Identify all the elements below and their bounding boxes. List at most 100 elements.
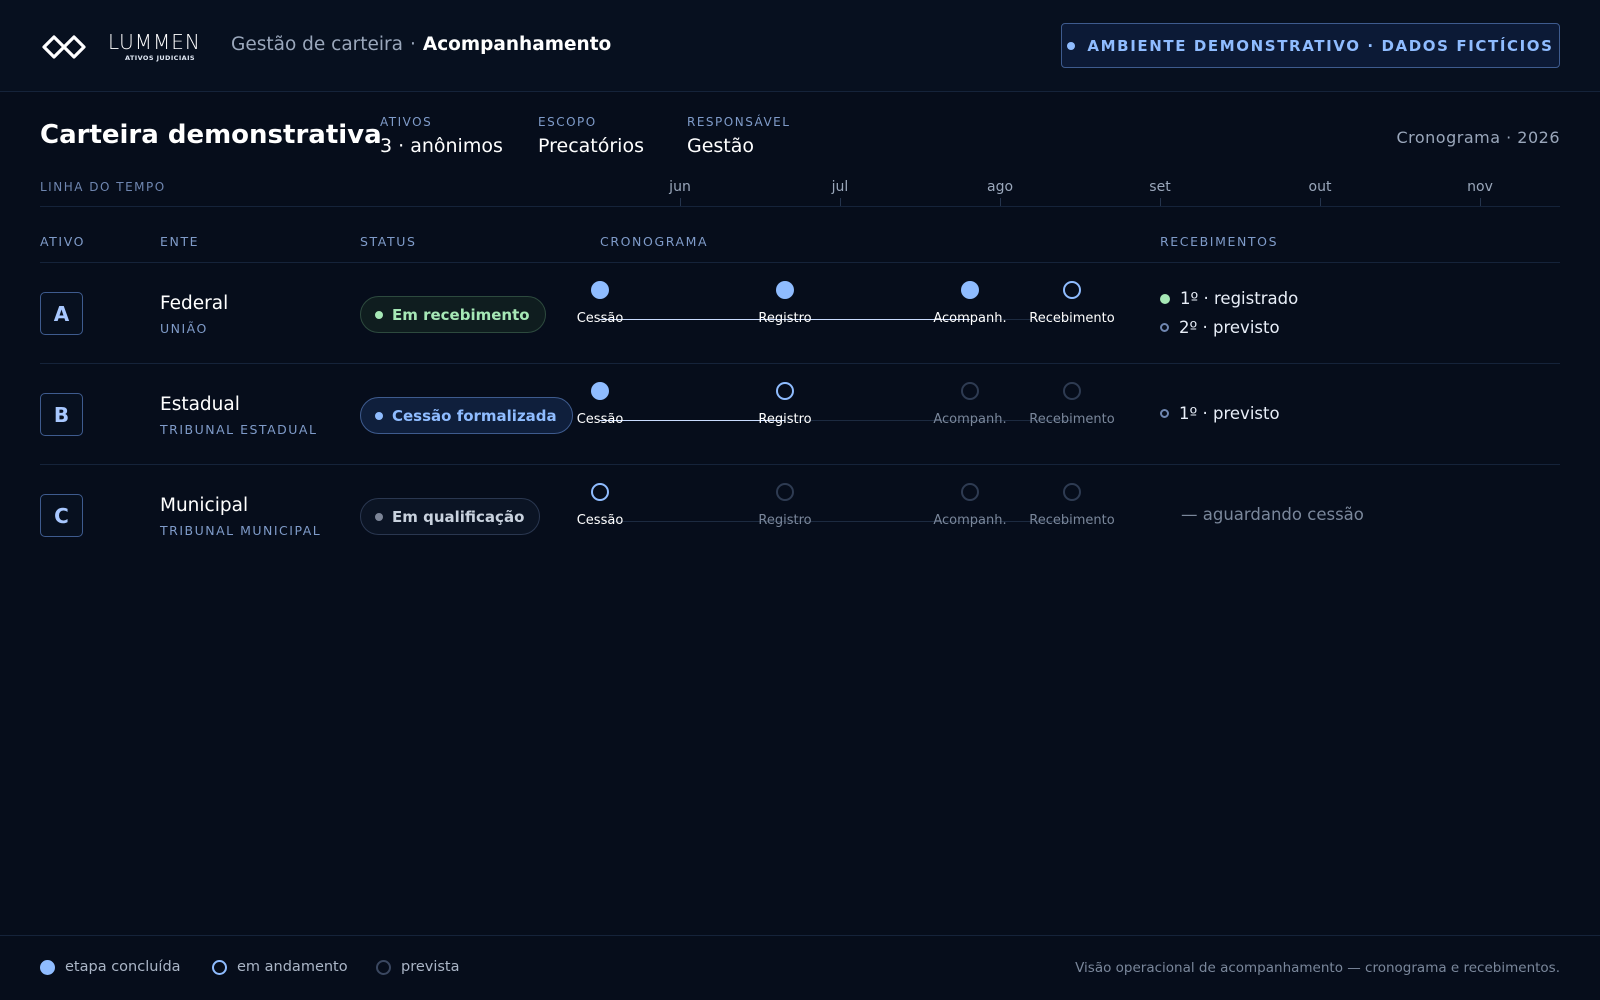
demo-environment-badge: AMBIENTE DEMONSTRATIVO · DADOS FICTÍCIOS bbox=[1061, 23, 1560, 68]
stage-progress-icon[interactable] bbox=[776, 382, 794, 400]
receipt-item: 2º · previsto bbox=[1160, 318, 1280, 337]
status-badge: Em recebimento bbox=[360, 296, 546, 333]
meta-value: Gestão bbox=[687, 135, 755, 157]
meta-responsavel: RESPONSÁVEL Gestão bbox=[687, 115, 790, 157]
meta-value: Precatórios bbox=[538, 135, 644, 157]
receipt-registered-icon bbox=[1160, 293, 1170, 304]
column-header-status: STATUS bbox=[360, 234, 417, 249]
status-dot-icon bbox=[375, 411, 383, 420]
receipt-empty-note: — aguardando cessão bbox=[1181, 505, 1364, 524]
legend-label: em andamento bbox=[237, 959, 348, 975]
stage-label: Recebimento bbox=[1029, 412, 1115, 427]
status-badge: Cessão formalizada bbox=[360, 397, 573, 434]
receipt-item: 1º · previsto bbox=[1160, 404, 1280, 423]
meta-key: ESCOPO bbox=[538, 115, 597, 129]
month-label: jul bbox=[831, 179, 849, 195]
legend-planned: prevista bbox=[376, 959, 460, 975]
stage-planned-icon[interactable] bbox=[1063, 382, 1081, 400]
stage-label: Recebimento bbox=[1029, 311, 1115, 326]
column-header-cronograma: CRONOGRAMA bbox=[600, 234, 709, 249]
receipt-planned-icon bbox=[1160, 323, 1169, 332]
timeline-label: LINHA DO TEMPO bbox=[40, 180, 166, 194]
schedule-track-progress bbox=[600, 420, 785, 421]
column-header-recebimentos: RECEBIMENTOS bbox=[1160, 234, 1279, 249]
meta-escopo: ESCOPO Precatórios bbox=[538, 115, 644, 157]
stage-planned-icon[interactable] bbox=[776, 483, 794, 501]
logo-wordmark: LUMMEN bbox=[108, 30, 201, 54]
ente-name: Estadual bbox=[160, 394, 240, 415]
ente-subtitle: TRIBUNAL MUNICIPAL bbox=[160, 523, 322, 538]
stage-done-icon[interactable] bbox=[776, 281, 794, 299]
stage-label: Cessão bbox=[576, 412, 624, 427]
month-label: ago bbox=[986, 179, 1014, 195]
ente-name: Municipal bbox=[160, 495, 249, 516]
asset-letter-badge[interactable]: B bbox=[40, 393, 83, 436]
receipt-label: 1º · previsto bbox=[1179, 404, 1280, 423]
breadcrumb-item-current: Acompanhamento bbox=[422, 34, 612, 55]
stage-done-icon[interactable] bbox=[591, 382, 609, 400]
stage-planned-icon[interactable] bbox=[961, 483, 979, 501]
meta-key: ATIVOS bbox=[380, 115, 433, 129]
column-header-ativo: ATIVO bbox=[40, 234, 86, 249]
breadcrumb-item-portfolio[interactable]: Gestão de carteira bbox=[231, 34, 403, 55]
receipt-label: 1º · registrado bbox=[1180, 289, 1299, 308]
ente-subtitle: TRIBUNAL ESTADUAL bbox=[160, 422, 318, 437]
page-title: Carteira demonstrativa bbox=[40, 120, 382, 150]
status-badge: Em qualificação bbox=[360, 498, 541, 535]
stage-label: Acompanh. bbox=[933, 311, 1007, 326]
legend-label: prevista bbox=[401, 959, 460, 975]
stage-planned-icon[interactable] bbox=[1063, 483, 1081, 501]
stage-progress-icon[interactable] bbox=[591, 483, 609, 501]
month-label: nov bbox=[1467, 179, 1493, 195]
stage-done-icon[interactable] bbox=[591, 281, 609, 299]
ente-subtitle: UNIÃO bbox=[160, 321, 208, 336]
status-label: Em recebimento bbox=[392, 305, 530, 324]
timeline-axis bbox=[40, 206, 1560, 207]
stage-progress-icon bbox=[212, 959, 227, 975]
stage-label: Registro bbox=[758, 412, 812, 427]
receipt-label: 2º · previsto bbox=[1179, 318, 1280, 337]
month-label: set bbox=[1149, 179, 1171, 195]
stage-label: Registro bbox=[758, 513, 812, 528]
month-label: jun bbox=[669, 179, 691, 195]
stage-progress-icon[interactable] bbox=[1063, 281, 1081, 299]
footer: etapa concluída em andamento prevista Vi… bbox=[0, 935, 1600, 1000]
footer-note: Visão operacional de acompanhamento — cr… bbox=[1075, 960, 1560, 976]
status-dot-icon bbox=[375, 512, 383, 521]
demo-badge-label: AMBIENTE DEMONSTRATIVO · DADOS FICTÍCIOS bbox=[1087, 36, 1554, 55]
stage-label: Acompanh. bbox=[933, 513, 1007, 528]
receipt-planned-icon bbox=[1160, 409, 1169, 418]
stage-done-icon[interactable] bbox=[961, 281, 979, 299]
table-row[interactable]: C Municipal TRIBUNAL MUNICIPAL Em qualifica… bbox=[0, 465, 1600, 566]
stage-label: Cessão bbox=[576, 513, 624, 528]
breadcrumb: Gestão de carteira · Acompanhamento bbox=[231, 34, 611, 55]
stage-label: Cessão bbox=[576, 311, 624, 326]
legend-label: etapa concluída bbox=[65, 959, 181, 975]
badge-dot-icon bbox=[1067, 41, 1076, 50]
status-dot-icon bbox=[375, 310, 383, 319]
stage-label: Recebimento bbox=[1029, 513, 1115, 528]
receipt-item: 1º · registrado bbox=[1160, 289, 1298, 308]
month-label: out bbox=[1308, 179, 1332, 195]
status-label: Cessão formalizada bbox=[392, 406, 557, 425]
stage-label: Registro bbox=[758, 311, 812, 326]
asset-letter-badge[interactable]: A bbox=[40, 292, 83, 335]
meta-ativos: ATIVOS 3 · anônimos bbox=[380, 115, 503, 157]
status-label: Em qualificação bbox=[392, 507, 525, 526]
logo-subtitle: ATIVOS JUDICIAIS bbox=[125, 54, 195, 62]
meta-value: 3 · anônimos bbox=[380, 135, 503, 157]
table-row[interactable]: B Estadual TRIBUNAL ESTADUAL Cessão formali… bbox=[0, 364, 1600, 465]
stage-planned-icon[interactable] bbox=[961, 382, 979, 400]
stage-done-icon bbox=[40, 959, 55, 975]
table-row[interactable]: A Federal UNIÃO Em recebimento Cessão Registr… bbox=[0, 263, 1600, 364]
legend-done: etapa concluída bbox=[40, 959, 181, 975]
stage-planned-icon bbox=[376, 959, 391, 975]
meta-key: RESPONSÁVEL bbox=[687, 115, 791, 129]
breadcrumb-separator: · bbox=[409, 34, 416, 55]
top-bar: LUMMEN ATIVOS JUDICIAIS Gestão de cartei… bbox=[0, 0, 1600, 92]
schedule-year-label: Cronograma · 2026 bbox=[1396, 128, 1560, 147]
legend-progress: em andamento bbox=[212, 959, 348, 975]
column-header-ente: ENTE bbox=[160, 234, 200, 249]
ente-name: Federal bbox=[160, 293, 229, 314]
asset-letter-badge[interactable]: C bbox=[40, 494, 83, 537]
